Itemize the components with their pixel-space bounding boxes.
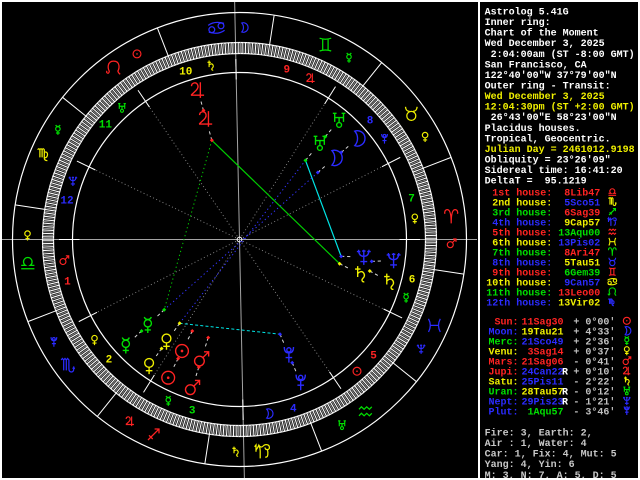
svg-text:7: 7 (408, 194, 415, 206)
svg-text:4: 4 (290, 404, 297, 416)
svg-text:12:04:30pm (ST +2:00 GMT): 12:04:30pm (ST +2:00 GMT) (485, 102, 635, 114)
svg-text:9: 9 (283, 64, 290, 76)
svg-text:Obliquity = 23°26'09": Obliquity = 23°26'09" (485, 155, 611, 167)
svg-text:3: 3 (189, 406, 196, 418)
svg-text:12th house:: 12th house: (486, 298, 552, 310)
svg-text:5: 5 (370, 351, 377, 363)
svg-text:Car: 1, Fix: 4, Mut: 5: Car: 1, Fix: 4, Mut: 5 (485, 449, 617, 461)
svg-text:10: 10 (179, 66, 192, 78)
svg-text:Inner ring:: Inner ring: (485, 17, 551, 29)
svg-text:13Vir02: 13Vir02 (558, 298, 600, 310)
svg-text:- 3°46': - 3°46' (573, 407, 615, 419)
svg-text:Air : 1, Water: 4: Air : 1, Water: 4 (485, 438, 587, 450)
svg-text:Astrolog 5.41G: Astrolog 5.41G (485, 7, 569, 19)
svg-text:Chart of the Moment: Chart of the Moment (485, 28, 599, 40)
svg-text:San Francisco, CA: San Francisco, CA (485, 59, 587, 71)
svg-text:Yang: 4, Yin: 6: Yang: 4, Yin: 6 (485, 459, 575, 471)
svg-text:122°40'00"W 37°79'00"N: 122°40'00"W 37°79'00"N (485, 70, 617, 82)
svg-text:8: 8 (367, 116, 374, 128)
svg-text:Fire: 3, Earth: 2,: Fire: 3, Earth: 2, (485, 427, 593, 439)
svg-text:2:04:00am (ST -8:00 GMT): 2:04:00am (ST -8:00 GMT) (485, 49, 635, 61)
svg-text:2: 2 (106, 355, 113, 367)
svg-text:Placidus houses.: Placidus houses. (485, 123, 581, 135)
svg-text:1Aqu57: 1Aqu57 (522, 408, 564, 419)
svg-text:6: 6 (409, 274, 416, 286)
svg-text:26°43'00"E 58°23'00"N: 26°43'00"E 58°23'00"N (485, 112, 617, 124)
svg-text:Wed December 3, 2025: Wed December 3, 2025 (485, 91, 605, 103)
svg-text:11: 11 (99, 119, 113, 131)
svg-text:Tropical, Geocentric.: Tropical, Geocentric. (485, 133, 611, 145)
svg-text:1: 1 (64, 276, 71, 288)
svg-text:Julian Day = 2461012.9198: Julian Day = 2461012.9198 (485, 144, 635, 156)
svg-text:Wed December 3, 2025: Wed December 3, 2025 (485, 38, 605, 50)
svg-text:Plut:: Plut: (489, 407, 519, 419)
svg-text:Sidereal time: 16:41:20: Sidereal time: 16:41:20 (485, 165, 623, 177)
svg-text:DeltaT = 95.1219: DeltaT = 95.1219 (485, 176, 587, 188)
svg-text:12: 12 (60, 196, 73, 208)
svg-text:Outer ring - Transit:: Outer ring - Transit: (485, 81, 611, 93)
